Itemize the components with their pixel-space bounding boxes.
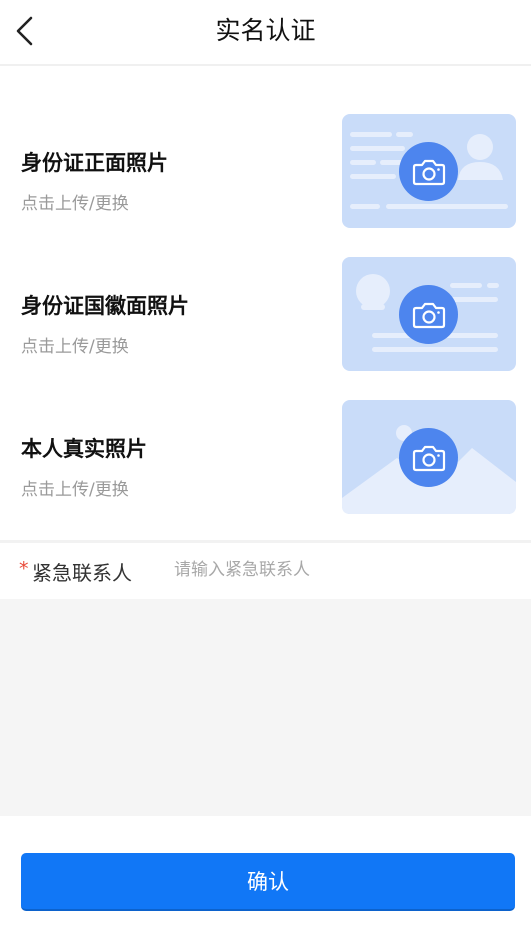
- selfie-card[interactable]: [342, 400, 516, 514]
- id-back-card[interactable]: [342, 257, 516, 371]
- upload-selfie[interactable]: 本人真实照片 点击上传/更换: [0, 400, 531, 516]
- camera-button[interactable]: [399, 428, 458, 487]
- emergency-contact-label: 紧急联系人: [32, 561, 132, 585]
- page-title: 实名认证: [215, 16, 316, 45]
- camera-icon: [412, 159, 445, 185]
- upload-hint: 点击上传/更换: [21, 337, 129, 357]
- upload-label: 身份证国徽面照片: [21, 294, 189, 318]
- empty-area: [0, 599, 531, 816]
- camera-icon: [412, 302, 445, 328]
- back-button[interactable]: [10, 14, 40, 48]
- upload-id-front[interactable]: 身份证正面照片 点击上传/更换: [0, 114, 531, 230]
- camera-button[interactable]: [399, 142, 458, 201]
- header-bar: 实名认证: [0, 0, 531, 66]
- camera-icon: [412, 445, 445, 471]
- upload-hint: 点击上传/更换: [21, 480, 129, 500]
- chevron-left-icon: [16, 16, 33, 46]
- upload-hint: 点击上传/更换: [21, 194, 129, 214]
- emergency-contact-input[interactable]: [174, 555, 494, 585]
- upload-label: 身份证正面照片: [21, 151, 168, 175]
- emergency-contact-row: * 紧急联系人: [0, 543, 531, 599]
- required-mark: *: [19, 558, 29, 580]
- upload-label: 本人真实照片: [21, 437, 147, 461]
- upload-id-back[interactable]: 身份证国徽面照片 点击上传/更换: [0, 257, 531, 373]
- id-front-card[interactable]: [342, 114, 516, 228]
- camera-button[interactable]: [399, 285, 458, 344]
- confirm-button[interactable]: 确认: [21, 853, 515, 911]
